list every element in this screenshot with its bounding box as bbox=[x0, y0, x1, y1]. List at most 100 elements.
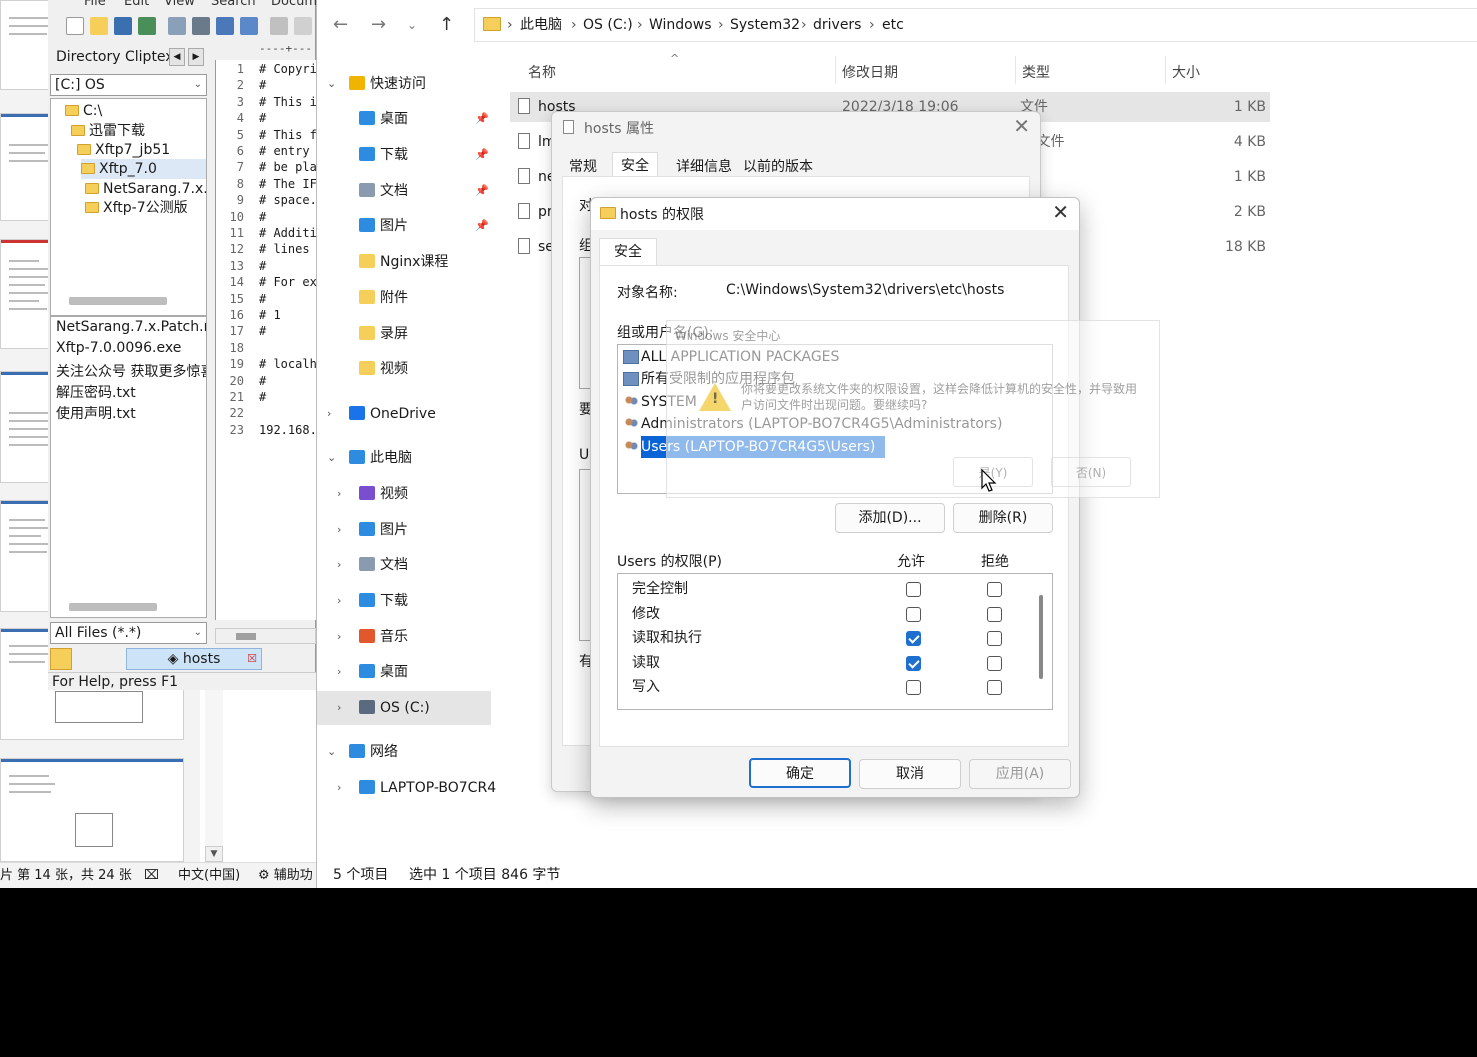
forward-icon[interactable]: → bbox=[371, 14, 386, 35]
code-line[interactable]: 2 # bbox=[216, 78, 266, 94]
code-line[interactable]: 9 # space. bbox=[216, 193, 316, 209]
save-icon[interactable] bbox=[114, 17, 132, 35]
deny-checkbox[interactable] bbox=[987, 606, 1002, 622]
chevron-icon[interactable]: › bbox=[337, 691, 341, 725]
add-button[interactable]: 添加(D)... bbox=[835, 503, 945, 533]
deny-checkbox[interactable] bbox=[987, 655, 1002, 671]
breadcrumb-item[interactable]: System32 bbox=[730, 9, 800, 41]
column-size[interactable]: 大小 bbox=[1172, 62, 1200, 82]
nav-item[interactable]: › 桌面 bbox=[317, 655, 491, 689]
nav-item[interactable]: Nginx课程 bbox=[317, 245, 491, 279]
refresh-icon[interactable] bbox=[240, 17, 258, 35]
tab-previous-versions[interactable]: 以前的版本 bbox=[743, 156, 813, 176]
tab-security[interactable]: 安全 bbox=[612, 152, 658, 177]
file-item[interactable]: 关注公众号 获取更多惊喜 bbox=[56, 361, 206, 381]
pin-icon[interactable]: 📌 bbox=[475, 102, 489, 136]
permissions-scrollbar[interactable] bbox=[1039, 595, 1043, 679]
code-line[interactable]: 22 bbox=[216, 406, 259, 422]
nav-item[interactable]: 桌面 📌 bbox=[317, 102, 491, 136]
tree-node[interactable]: C:\ bbox=[65, 101, 102, 121]
tab-security[interactable]: 安全 bbox=[599, 238, 657, 266]
code-line[interactable]: 20 # bbox=[216, 374, 267, 390]
cancel-button[interactable]: 取消 bbox=[859, 759, 961, 789]
print-preview-icon[interactable] bbox=[168, 17, 186, 35]
code-line[interactable]: 14 # For ex bbox=[216, 275, 316, 291]
back-icon[interactable]: ← bbox=[333, 14, 348, 35]
breadcrumb-item[interactable]: etc bbox=[882, 9, 904, 41]
deny-checkbox[interactable] bbox=[987, 582, 1002, 597]
pin-icon[interactable]: 📌 bbox=[475, 138, 489, 172]
chevron-icon[interactable]: › bbox=[327, 397, 331, 431]
save-all-icon[interactable] bbox=[138, 17, 156, 35]
column-name[interactable]: 名称 bbox=[528, 62, 556, 82]
chevron-icon[interactable]: › bbox=[337, 620, 341, 654]
spellcheck-icon[interactable]: ⌧ bbox=[144, 863, 159, 888]
chevron-icon[interactable]: › bbox=[337, 513, 341, 547]
breadcrumb-item[interactable]: OS (C:) bbox=[583, 9, 633, 41]
file-item[interactable]: NetSarang.7.x.Patch.rar bbox=[56, 319, 206, 335]
menu-edit[interactable]: Edit bbox=[124, 0, 149, 9]
code-editor[interactable]: 1 # Copyri 2 #3 # This i 4 #5 # This f 6 # entry 7… bbox=[215, 60, 316, 620]
spellcheck-icon[interactable] bbox=[216, 17, 234, 35]
no-button[interactable]: 否(N) bbox=[1051, 457, 1131, 487]
nav-item[interactable]: ⌄ 网络 bbox=[317, 735, 491, 769]
breadcrumb-item[interactable]: 此电脑 bbox=[520, 9, 562, 41]
chevron-icon[interactable]: › bbox=[337, 584, 341, 618]
deny-checkbox[interactable] bbox=[987, 680, 1002, 696]
code-line[interactable]: 17 # bbox=[216, 324, 267, 340]
chevron-icon[interactable]: › bbox=[337, 771, 341, 805]
copy-icon[interactable] bbox=[294, 17, 312, 35]
nav-item[interactable]: 视频 bbox=[317, 352, 491, 386]
chevron-icon[interactable]: › bbox=[337, 548, 341, 582]
code-line[interactable]: 3 # This i bbox=[216, 95, 316, 111]
nav-item[interactable]: ⌄ 快速访问 bbox=[317, 67, 491, 101]
column-type[interactable]: 类型 bbox=[1022, 62, 1050, 82]
file-item[interactable]: 使用声明.txt bbox=[56, 403, 136, 423]
allow-checkbox[interactable] bbox=[906, 680, 921, 696]
remove-button[interactable]: 删除(R) bbox=[953, 503, 1053, 533]
tree-node[interactable]: Xftp-7公测版 bbox=[85, 198, 188, 218]
pin-icon[interactable]: 📌 bbox=[475, 174, 489, 208]
code-line[interactable]: 11 # Additi bbox=[216, 226, 316, 242]
allow-checkbox[interactable] bbox=[906, 582, 921, 597]
chevron-icon[interactable]: › bbox=[337, 655, 341, 689]
code-line[interactable]: 6 # entry bbox=[216, 144, 310, 160]
code-line[interactable]: 10 # bbox=[216, 210, 267, 226]
code-line[interactable]: 12 # lines bbox=[216, 242, 310, 258]
column-date[interactable]: 修改日期 bbox=[842, 62, 898, 82]
address-bar[interactable]: › 此电脑 › OS (C:) › Windows › System32 › d… bbox=[474, 8, 1477, 42]
close-icon[interactable]: ✕ bbox=[1052, 200, 1069, 224]
scroll-down-icon[interactable]: ▼ bbox=[205, 846, 223, 862]
file-item[interactable]: 解压密码.txt bbox=[56, 382, 136, 402]
code-line[interactable]: 7 # be pla bbox=[216, 160, 316, 176]
code-line[interactable]: 16 # 1 bbox=[216, 308, 281, 324]
tree-node[interactable]: 迅雷下载 bbox=[71, 121, 145, 141]
breadcrumb-item[interactable]: Windows bbox=[649, 9, 712, 41]
menu-file[interactable]: File bbox=[84, 0, 106, 9]
breadcrumb-item[interactable]: drivers bbox=[813, 9, 861, 41]
file-item[interactable]: Xftp-7.0.0096.exe bbox=[56, 340, 181, 356]
nav-item[interactable]: › 音乐 bbox=[317, 620, 491, 654]
tab-cliptext[interactable]: Cliptex bbox=[125, 49, 174, 65]
slide-thumbnail[interactable] bbox=[0, 758, 184, 862]
recent-chevron-icon[interactable]: ⌄ bbox=[407, 18, 417, 32]
code-line[interactable]: 15 # bbox=[216, 292, 267, 308]
cut-icon[interactable] bbox=[270, 17, 288, 35]
code-line[interactable]: 1 # Copyri bbox=[216, 62, 316, 78]
deny-checkbox[interactable] bbox=[987, 631, 1002, 647]
chevron-icon[interactable]: ⌄ bbox=[327, 67, 336, 101]
tab-details[interactable]: 详细信息 bbox=[676, 156, 732, 176]
tree-node-selected[interactable]: Xftp_7.0 bbox=[81, 159, 206, 179]
code-line[interactable]: 19 # localh bbox=[216, 357, 316, 373]
up-icon[interactable]: ↑ bbox=[439, 14, 454, 35]
nav-item[interactable]: 附件 bbox=[317, 281, 491, 315]
allow-checkbox[interactable] bbox=[906, 655, 921, 671]
code-line[interactable]: 5 # This f bbox=[216, 128, 316, 144]
accessibility-status[interactable]: ⚙ 辅助功 bbox=[258, 863, 313, 888]
tree-hscrollbar[interactable] bbox=[69, 297, 167, 305]
tab-next-icon[interactable]: ▶ bbox=[188, 48, 204, 66]
document-tab-hosts[interactable]: ◈ hosts ☒ bbox=[126, 648, 262, 670]
nav-item[interactable]: 图片 📌 bbox=[317, 209, 491, 243]
nav-item[interactable]: 文档 📌 bbox=[317, 174, 491, 208]
menu-view[interactable]: View bbox=[164, 0, 195, 9]
